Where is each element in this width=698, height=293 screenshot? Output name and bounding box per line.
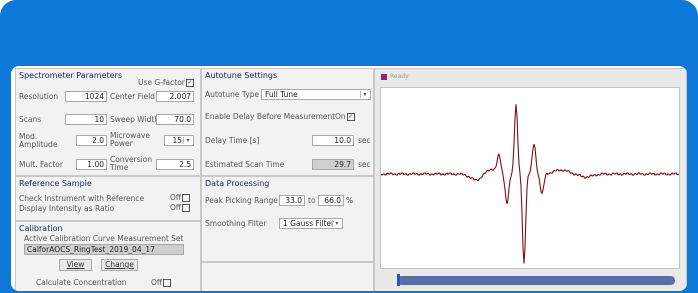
autotune-settings-panel: Autotune Settings Autotune Type Full Tun…	[201, 68, 374, 176]
microwave-power-select[interactable]: 15 ▾	[164, 135, 194, 146]
autotune-type-label: Autotune Type	[205, 90, 260, 99]
chevron-down-icon: ▾	[183, 137, 192, 144]
mult-factor-field[interactable]: 1.00	[76, 159, 107, 170]
conversion-time-field[interactable]: 2.5	[156, 159, 194, 170]
active-curve-field: CalforAOCS_RingTest_2019_04_17	[24, 244, 184, 255]
use-g-factor-label[interactable]: Use G-factor ✓	[138, 79, 194, 87]
microwave-power-value: 15	[172, 136, 182, 145]
calibration-title: Calibration	[19, 224, 63, 233]
reference-sample-panel: Reference Sample Check Instrument with R…	[15, 176, 201, 221]
active-curve-label: Active Calibration Curve Measurement Set	[24, 234, 184, 243]
spectrum-line	[380, 104, 680, 264]
peak-to-field[interactable]: 66.0	[318, 195, 344, 206]
smoothing-label: Smoothing Filter	[205, 219, 267, 228]
center-field-label: Center Field	[110, 92, 155, 101]
display-ratio-toggle[interactable]: Off	[170, 203, 191, 212]
conversion-time-label-2: Time	[110, 163, 129, 172]
status-icon	[381, 74, 387, 80]
delay-time-field[interactable]: 10.0	[312, 135, 354, 146]
est-scan-unit: sec	[358, 160, 371, 169]
autotune-type-select[interactable]: Full Tune ▾	[261, 89, 371, 100]
scans-label: Scans	[19, 115, 42, 124]
calc-concentration-state: Off	[151, 278, 163, 287]
center-field-field[interactable]: 2.007	[156, 91, 194, 102]
peak-from-field[interactable]: 33.0	[279, 195, 305, 206]
check-instrument-checkbox[interactable]	[182, 194, 191, 202]
enable-delay-toggle[interactable]: On ✓	[335, 113, 355, 121]
spectrometer-parameters-panel: Spectrometer Parameters Use G-factor ✓ Re…	[15, 68, 201, 176]
reference-sample-title: Reference Sample	[19, 179, 92, 188]
spectrum-panel: Ready	[374, 68, 687, 291]
enable-delay-state: On	[335, 112, 346, 121]
delay-time-label: Delay Time [s]	[205, 136, 260, 145]
peak-range-label: Peak Picking Range	[205, 196, 278, 205]
progress-bar	[397, 276, 675, 285]
status-label: Ready	[390, 73, 409, 80]
spectrum-graph	[380, 104, 680, 264]
view-button[interactable]: View	[59, 259, 92, 271]
microwave-power-label-2: Power	[110, 139, 133, 148]
change-button[interactable]: Change	[101, 259, 138, 271]
chevron-down-icon: ▾	[360, 91, 369, 98]
use-g-factor-checkbox[interactable]: ✓	[185, 79, 194, 87]
autotune-settings-title: Autotune Settings	[205, 71, 278, 80]
calc-concentration-label: Calculate Concentration	[36, 278, 127, 287]
progress-fill	[397, 276, 675, 285]
calibration-panel: Calibration Active Calibration Curve Mea…	[15, 221, 201, 291]
peak-to-label: to	[308, 196, 316, 205]
resolution-label: Resolution	[19, 92, 59, 101]
chevron-down-icon: ▾	[332, 220, 341, 227]
spectrum-plot	[380, 87, 680, 269]
check-instrument-toggle[interactable]: Off	[170, 193, 191, 202]
calc-concentration-toggle[interactable]: Off	[151, 278, 172, 287]
sweep-width-label: Sweep Width	[110, 115, 160, 124]
left-bottom-filler	[201, 262, 374, 291]
calc-concentration-checkbox[interactable]	[163, 279, 172, 287]
display-ratio-checkbox[interactable]	[182, 204, 191, 212]
app-frame: Spectrometer Parameters Use G-factor ✓ Re…	[0, 0, 698, 293]
check-instrument-label: Check Instrument with Reference	[19, 194, 145, 203]
est-scan-label: Estimated Scan Time	[205, 160, 285, 169]
data-processing-title: Data Processing	[205, 179, 270, 188]
smoothing-select[interactable]: 1 Gauss Filter ▾	[279, 218, 343, 229]
sweep-width-field[interactable]: 70.0	[156, 114, 194, 125]
delay-time-unit: sec	[358, 136, 371, 145]
peak-unit: %	[346, 196, 354, 205]
enable-delay-label: Enable Delay Before Measurement	[205, 112, 336, 121]
check-instrument-state: Off	[170, 193, 182, 202]
data-processing-panel: Data Processing Peak Picking Range 33.0 …	[201, 176, 374, 262]
display-ratio-state: Off	[170, 203, 182, 212]
mod-amplitude-field[interactable]: 2.0	[76, 135, 107, 146]
scans-field[interactable]: 10	[65, 114, 107, 125]
use-g-factor-text: Use G-factor	[138, 78, 185, 87]
display-ratio-label: Display Intensity as Ratio	[19, 204, 115, 213]
progress-marker	[397, 274, 400, 286]
smoothing-value: 1 Gauss Filter	[283, 219, 335, 228]
mult-factor-label: Mult. Factor	[19, 160, 63, 169]
enable-delay-checkbox[interactable]: ✓	[346, 113, 355, 121]
autotune-type-value: Full Tune	[265, 90, 298, 99]
est-scan-field: 29.7	[312, 159, 354, 170]
resolution-field[interactable]: 1024	[65, 91, 107, 102]
main-window: Spectrometer Parameters Use G-factor ✓ Re…	[9, 64, 689, 293]
spectrometer-parameters-title: Spectrometer Parameters	[19, 71, 123, 80]
mod-amplitude-label-2: Amplitude	[19, 140, 58, 149]
